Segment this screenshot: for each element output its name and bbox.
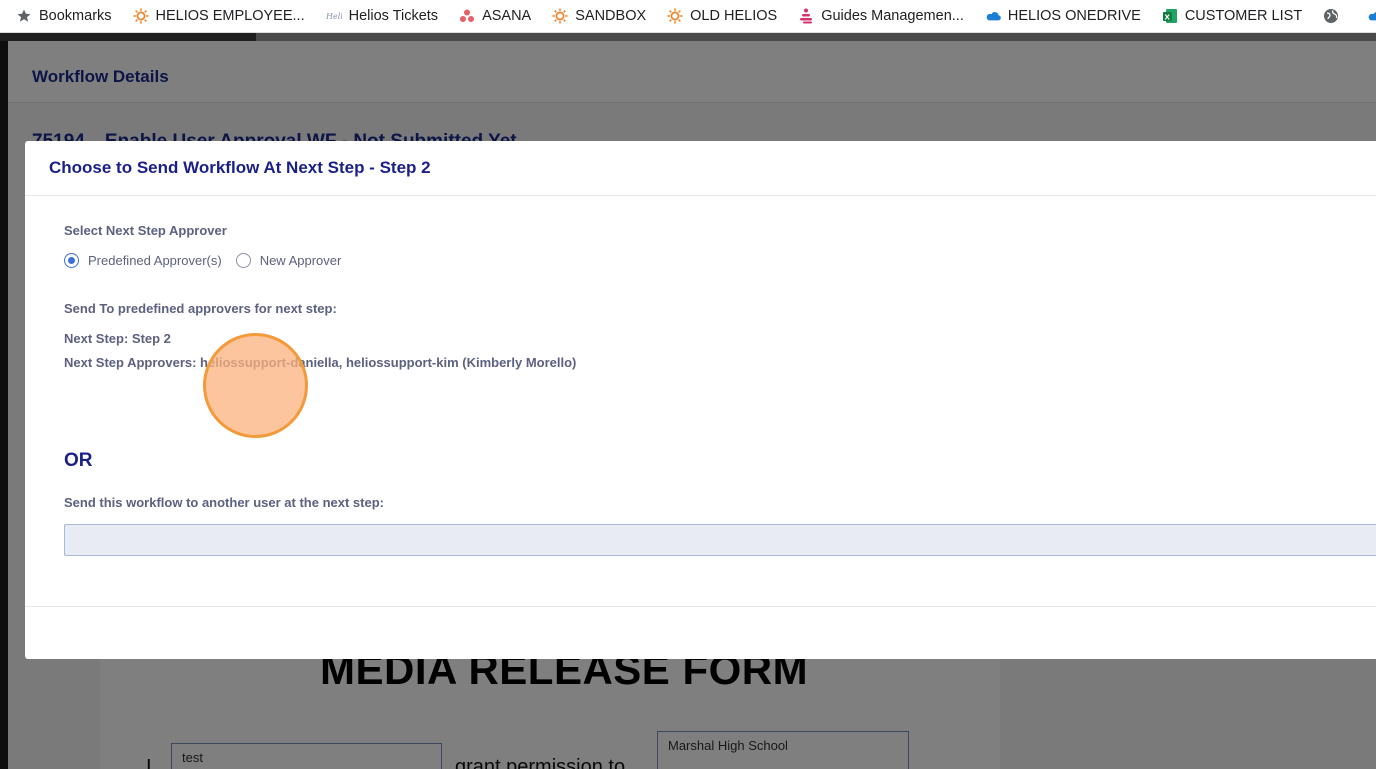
- globe-icon: [1323, 8, 1339, 24]
- bookmark-label: OLD HELIOS: [690, 8, 778, 24]
- bookmark-old-helios[interactable]: OLD HELIOS: [667, 8, 777, 24]
- bookmark-label: Bookmarks: [39, 8, 112, 24]
- sun-icon: [552, 8, 568, 24]
- cloud-icon: [1367, 8, 1376, 24]
- radio-button[interactable]: [235, 253, 251, 268]
- bookmark-label: Guides Managemen...: [821, 8, 964, 24]
- page-load-strip: [256, 33, 1376, 41]
- modal-title: Choose to Send Workflow At Next Step - S…: [49, 158, 431, 177]
- bookmark-sandbox[interactable]: SANDBOX: [552, 8, 646, 24]
- bookmark-label: Helios Tickets: [348, 8, 439, 24]
- sun-icon: [133, 8, 149, 24]
- click-indicator: [203, 333, 308, 438]
- bookmark-onedrive-2[interactable]: [1367, 8, 1376, 24]
- bookmark-label: HELIOS ONEDRIVE: [1007, 8, 1141, 24]
- sun-icon: [667, 8, 683, 24]
- bookmarks-bar: Bookmarks HELIOS EMPLOYEE... Helios Heli…: [0, 0, 1376, 33]
- next-step-approvers-text: Next Step Approvers: heliossupport-danie…: [64, 355, 577, 370]
- next-step-text: Next Step: Step 2: [64, 331, 171, 346]
- helios-logo-icon: Helios: [326, 8, 342, 24]
- star-icon: [16, 8, 32, 24]
- bookmark-bookmarks[interactable]: Bookmarks: [16, 8, 112, 24]
- approver-radio-group: Predefined Approver(s) New Approver: [64, 253, 355, 268]
- bookmark-label: SANDBOX: [575, 8, 647, 24]
- bookmark-guides-management[interactable]: Guides Managemen...: [798, 8, 964, 24]
- bookmark-helios-onedrive[interactable]: HELIOS ONEDRIVE: [985, 8, 1141, 24]
- svg-text:X: X: [1164, 14, 1170, 22]
- another-user-label: Send this workflow to another user at th…: [64, 495, 384, 510]
- browser-top-strip: [0, 33, 1376, 41]
- bookmark-helios-tickets[interactable]: Helios Helios Tickets: [326, 8, 438, 24]
- bookmark-helios-employee[interactable]: HELIOS EMPLOYEE...: [133, 8, 305, 24]
- bookmark-label: HELIOS EMPLOYEE...: [155, 8, 305, 24]
- svg-text:Helios: Helios: [326, 12, 342, 21]
- bookmark-customer-list[interactable]: X CUSTOMER LIST: [1162, 8, 1302, 24]
- bookmark-label: ASANA: [482, 8, 532, 24]
- excel-icon: X: [1162, 8, 1178, 24]
- guides-icon: [798, 8, 814, 24]
- bookmark-globe[interactable]: [1323, 8, 1346, 24]
- modal-header: Choose to Send Workflow At Next Step - S…: [25, 141, 1376, 196]
- another-user-input[interactable]: [64, 524, 1376, 556]
- radio-button-selected[interactable]: [64, 253, 79, 268]
- send-to-predefined-label: Send To predefined approvers for next st…: [64, 301, 337, 316]
- cloud-icon: [985, 8, 1001, 24]
- select-approver-label: Select Next Step Approver: [64, 223, 227, 238]
- or-divider-label: OR: [64, 450, 93, 471]
- modal-footer-divider: [25, 606, 1376, 607]
- radio-predefined-approvers[interactable]: Predefined Approver(s): [64, 253, 222, 268]
- bookmark-asana[interactable]: ASANA: [459, 8, 531, 24]
- radio-new-label: New Approver: [259, 253, 342, 268]
- asana-icon: [459, 8, 475, 24]
- bookmark-label: CUSTOMER LIST: [1184, 8, 1303, 24]
- radio-predefined-label: Predefined Approver(s): [88, 253, 222, 268]
- radio-new-approver[interactable]: New Approver: [235, 253, 342, 268]
